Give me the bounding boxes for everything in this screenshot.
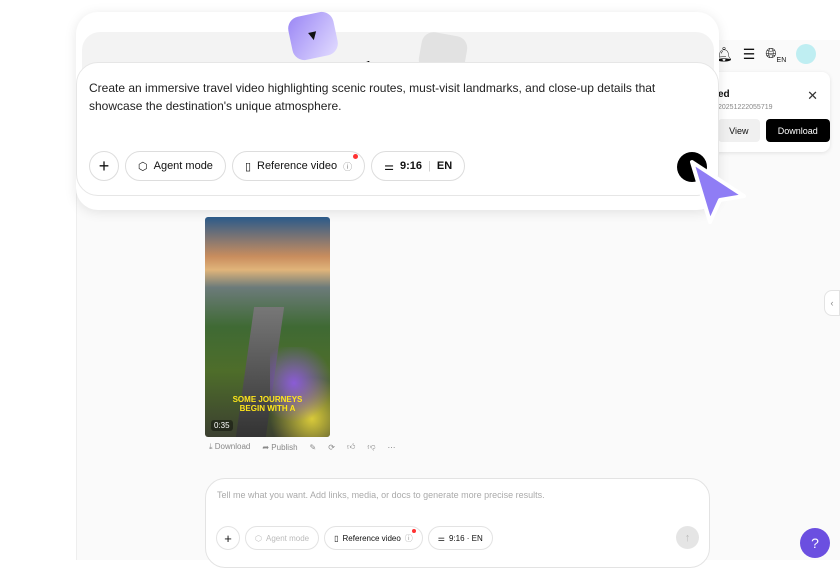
flowers-image bbox=[270, 347, 330, 437]
download-button[interactable]: Download bbox=[765, 119, 830, 142]
notification-id: 20251222055719 bbox=[718, 104, 773, 111]
sliders-icon: ⚌ bbox=[437, 533, 445, 543]
chat-input[interactable]: Tell me what you want. Add links, media,… bbox=[205, 478, 710, 568]
help-button[interactable]: ? bbox=[800, 528, 830, 558]
agent-mode-button[interactable]: ⬡ Agent mode bbox=[125, 151, 226, 181]
video-tab-icon: ▼ bbox=[285, 9, 341, 63]
regenerate-icon[interactable]: ⟳ bbox=[328, 443, 335, 452]
cube-icon: ⬡ bbox=[138, 160, 148, 173]
view-button[interactable]: View bbox=[718, 119, 760, 142]
thumbs-down-icon[interactable]: 👎︎ bbox=[367, 442, 375, 452]
add-button[interactable]: + bbox=[216, 526, 240, 550]
reference-video-label: Reference video bbox=[257, 160, 338, 172]
lang-label: EN bbox=[436, 160, 453, 172]
thumbs-up-icon[interactable]: 👍︎ bbox=[347, 442, 355, 452]
close-icon[interactable]: ✕ bbox=[807, 88, 818, 104]
info-icon: ⓘ bbox=[343, 161, 353, 172]
ratio-label: 9:16 bbox=[400, 160, 423, 172]
download-action[interactable]: ⤓ Download bbox=[209, 442, 250, 452]
edit-icon[interactable]: ✎ bbox=[310, 443, 317, 452]
reference-video-button[interactable]: ▯ Reference video ⓘ bbox=[324, 526, 423, 550]
cube-icon: ⬡ bbox=[255, 533, 262, 543]
notification-dot bbox=[411, 529, 416, 533]
video-duration: 0:35 bbox=[211, 420, 233, 431]
info-icon: ⓘ bbox=[404, 533, 413, 543]
video-caption: SOME JOURNEYS BEGIN WITH A bbox=[232, 395, 303, 413]
reference-icon: ▯ bbox=[244, 160, 251, 173]
settings-button[interactable]: ⚌ 9:16 | EN bbox=[371, 151, 466, 181]
input-placeholder[interactable]: Tell me what you want. Add links, media,… bbox=[217, 490, 698, 500]
avatar[interactable] bbox=[796, 44, 817, 64]
agent-mode-button[interactable]: ⬡ Agent mode bbox=[245, 526, 320, 550]
notification-card: ed 20251222055719 ✕ View Download bbox=[706, 72, 830, 152]
sliders-icon: ⚌ bbox=[384, 160, 394, 173]
prompt-box[interactable]: Create an immersive travel video highlig… bbox=[76, 62, 719, 196]
add-button[interactable]: + bbox=[89, 151, 119, 181]
video-actions: ⤓ Download ➦ Publish ✎ ⟳ 👍︎ 👎︎ ⋯ bbox=[209, 442, 395, 452]
reference-icon: ▯ bbox=[334, 533, 339, 543]
video-thumbnail[interactable]: SOME JOURNEYS BEGIN WITH A 0:35 bbox=[205, 217, 330, 437]
agent-mode-label: Agent mode bbox=[153, 160, 213, 172]
prompt-text[interactable]: Create an immersive travel video highlig… bbox=[89, 79, 706, 115]
reference-video-button[interactable]: ▯ Reference video ⓘ bbox=[231, 151, 366, 181]
settings-button[interactable]: ⚌ 9:16 · EN bbox=[427, 526, 493, 550]
notification-dot bbox=[353, 154, 359, 159]
header-icons: 🔔︎ ☰ 🌐︎EN bbox=[715, 44, 817, 64]
cursor-pointer-icon bbox=[690, 160, 746, 224]
publish-action[interactable]: ➦ Publish bbox=[262, 443, 297, 452]
prompt-card: ▼ Video Image Create an immersive travel… bbox=[76, 9, 719, 210]
credits-icon[interactable]: ☰ bbox=[743, 46, 756, 63]
collapse-panel-button[interactable]: ‹ bbox=[824, 290, 840, 316]
send-button[interactable]: ↑ bbox=[676, 526, 699, 549]
language-icon[interactable]: 🌐︎EN bbox=[765, 45, 786, 64]
more-icon[interactable]: ⋯ bbox=[387, 443, 395, 452]
